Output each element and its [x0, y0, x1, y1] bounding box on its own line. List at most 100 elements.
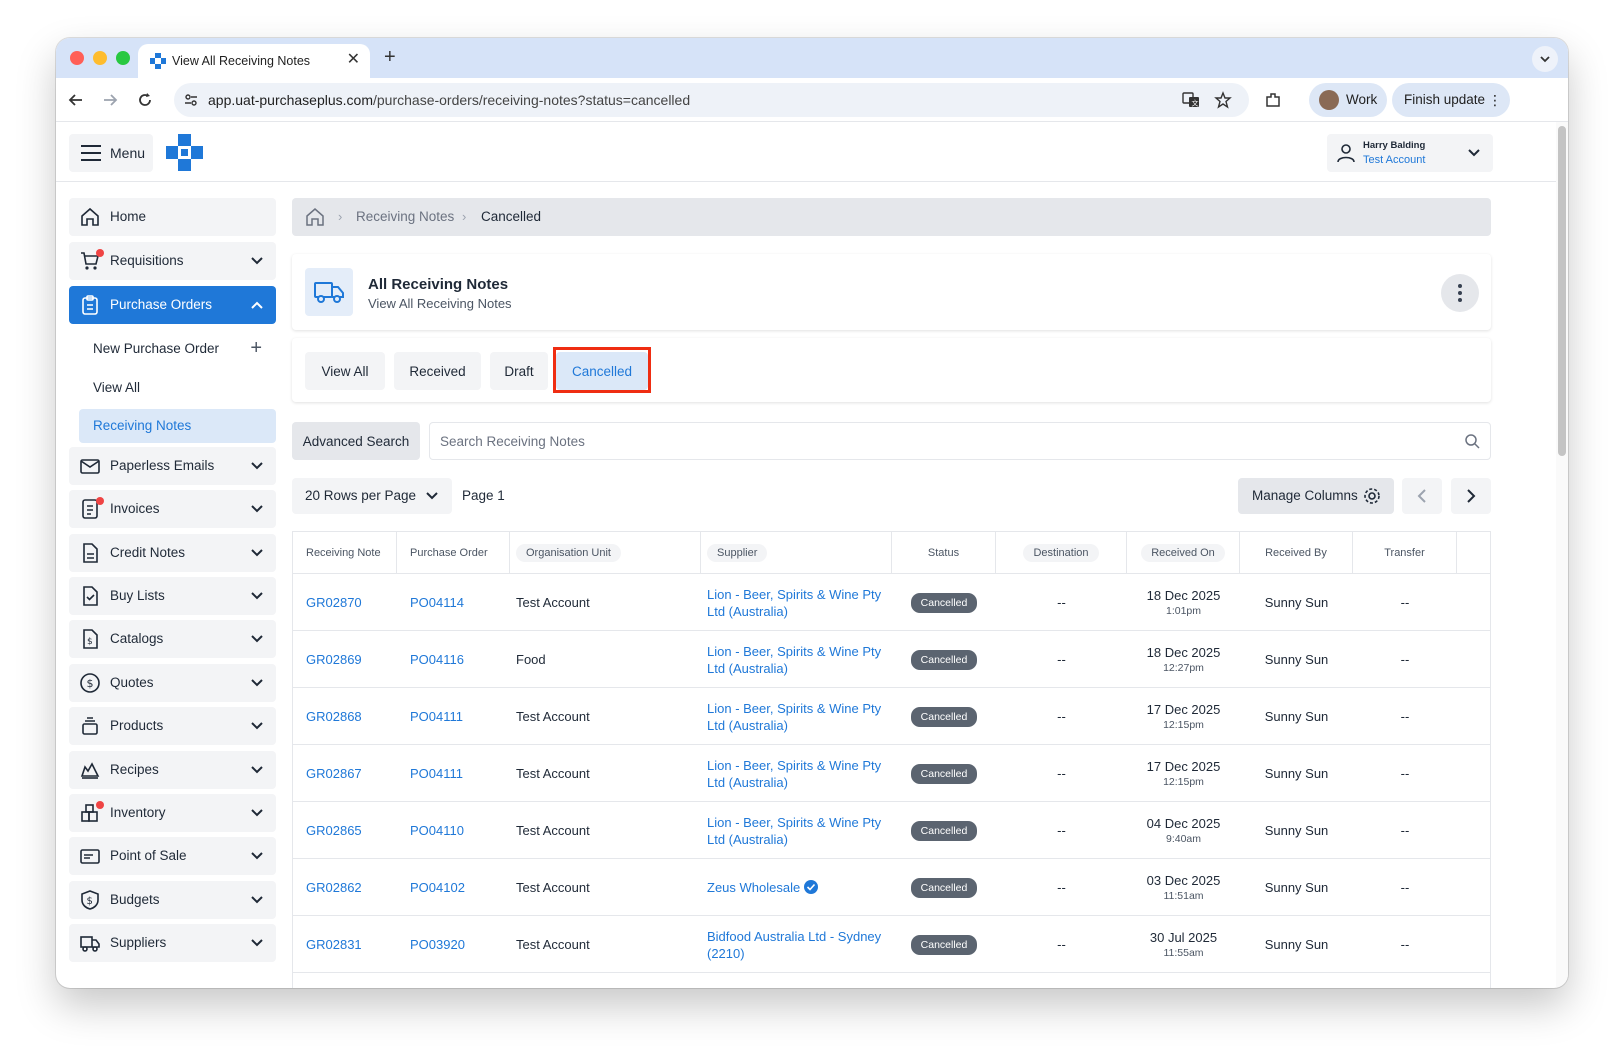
- table-row[interactable]: GR02870 PO04114 Test Account Lion - Beer, S…: [293, 574, 1490, 631]
- receiving-note-link[interactable]: GR02867: [306, 766, 362, 781]
- tab-received[interactable]: Received: [394, 352, 481, 390]
- table-row[interactable]: GR02865 PO04110 Test Account Lion - Beer, S…: [293, 802, 1490, 859]
- table-row[interactable]: GR02869 PO04116 Food Lion - Beer, Spirits &…: [293, 631, 1490, 688]
- sidebar-item-home[interactable]: Home: [69, 198, 276, 236]
- sidebar-item-recipes[interactable]: Recipes: [69, 751, 276, 789]
- tab-close-icon[interactable]: ✕: [347, 50, 360, 70]
- receiving-note-link[interactable]: GR02869: [306, 652, 362, 667]
- page-scrollbar-thumb[interactable]: [1558, 126, 1566, 456]
- window-close-button[interactable]: [70, 51, 84, 65]
- more-options-button[interactable]: [1441, 274, 1479, 312]
- previous-page-button[interactable]: [1402, 478, 1442, 514]
- tab-search-icon[interactable]: [1532, 46, 1558, 72]
- column-header[interactable]: Transfer: [1353, 532, 1457, 574]
- bookmark-star-icon[interactable]: [1214, 91, 1232, 109]
- breadcrumb-link[interactable]: Receiving Notes: [356, 209, 454, 224]
- receiving-note-link[interactable]: GR02868: [306, 709, 362, 724]
- sidebar-item-buy-lists[interactable]: Buy Lists: [69, 577, 276, 615]
- sidebar-item-suppliers[interactable]: Suppliers: [69, 924, 276, 962]
- purchaseplus-logo-icon[interactable]: [166, 134, 203, 171]
- supplier-name[interactable]: Bidfood Australia Ltd - Sydney (2210): [707, 929, 881, 961]
- browser-tab[interactable]: View All Receiving Notes ✕: [138, 44, 370, 78]
- tab-view-all[interactable]: View All: [305, 352, 385, 390]
- reload-icon[interactable]: [135, 90, 155, 110]
- supplier-name[interactable]: Lion - Beer, Spirits & Wine Pty Ltd (Aus…: [707, 758, 881, 790]
- sidebar-item-paperless-emails[interactable]: Paperless Emails: [69, 447, 276, 485]
- supplier-link[interactable]: Lion - Beer, Spirits & Wine Pty Ltd (Aus…: [707, 700, 885, 734]
- supplier-name[interactable]: Lion - Beer, Spirits & Wine Pty Ltd (Aus…: [707, 815, 881, 847]
- column-header[interactable]: Receiving Note: [293, 532, 397, 574]
- search-input[interactable]: Search Receiving Notes: [429, 422, 1491, 460]
- extensions-icon[interactable]: [1263, 90, 1283, 110]
- sidebar-item-inventory[interactable]: Inventory: [69, 794, 276, 832]
- address-bar[interactable]: app.uat-purchaseplus.com/purchase-orders…: [174, 83, 1249, 117]
- sidebar-subitem-new-purchase-order[interactable]: New Purchase Order +: [79, 332, 276, 366]
- profile-chip[interactable]: Work: [1309, 83, 1387, 117]
- user-menu[interactable]: Harry Balding Test Account: [1327, 134, 1493, 172]
- checklist-icon: [83, 586, 98, 606]
- sidebar-item-products[interactable]: Products: [69, 707, 276, 745]
- column-header[interactable]: Purchase Order: [397, 532, 510, 574]
- new-tab-icon[interactable]: +: [384, 46, 396, 68]
- tab-draft[interactable]: Draft: [490, 352, 548, 390]
- window-minimize-button[interactable]: [93, 51, 107, 65]
- manage-columns-button[interactable]: Manage Columns: [1238, 478, 1394, 514]
- column-header[interactable]: Received On: [1127, 532, 1240, 574]
- advanced-search-button[interactable]: Advanced Search: [292, 422, 420, 460]
- table-row[interactable]: GR02867 PO04111 Test Account Lion - Beer, S…: [293, 745, 1490, 802]
- supplier-name[interactable]: Lion - Beer, Spirits & Wine Pty Ltd (Aus…: [707, 644, 881, 676]
- purchase-order-link[interactable]: PO04111: [410, 766, 463, 781]
- purchase-order-link[interactable]: PO03920: [410, 937, 465, 952]
- column-header[interactable]: Supplier: [701, 532, 892, 574]
- receiving-note-link[interactable]: GR02870: [306, 595, 362, 610]
- sidebar-item-purchase-orders[interactable]: Purchase Orders: [69, 286, 276, 324]
- sidebar-item-credit-notes[interactable]: Credit Notes: [69, 534, 276, 572]
- sidebar-subitem-view-all[interactable]: View All: [79, 371, 276, 405]
- supplier-link[interactable]: Lion - Beer, Spirits & Wine Pty Ltd (Aus…: [707, 814, 885, 848]
- receiving-note-link[interactable]: GR02865: [306, 823, 362, 838]
- table-row[interactable]: GR02868 PO04111 Test Account Lion - Beer, S…: [293, 688, 1490, 745]
- sidebar-item-invoices[interactable]: Invoices: [69, 490, 276, 528]
- table-row[interactable]: GR02831 PO03920 Test Account Bidfood Austra…: [293, 916, 1490, 973]
- column-header[interactable]: Received By: [1240, 532, 1353, 574]
- menu-button[interactable]: Menu: [69, 134, 153, 172]
- column-header[interactable]: Destination: [996, 532, 1127, 574]
- purchase-order-link[interactable]: PO04110: [410, 823, 464, 838]
- column-header[interactable]: Status: [892, 532, 996, 574]
- box-stack-icon: [82, 717, 98, 735]
- sidebar-item-quotes[interactable]: $ Quotes: [69, 664, 276, 702]
- sidebar-item-point-of-sale[interactable]: Point of Sale: [69, 837, 276, 875]
- supplier-name[interactable]: Lion - Beer, Spirits & Wine Pty Ltd (Aus…: [707, 587, 881, 619]
- column-header[interactable]: Organisation Unit: [510, 532, 701, 574]
- sidebar-item-catalogs[interactable]: $ Catalogs: [69, 620, 276, 658]
- forward-arrow-icon[interactable]: [100, 90, 120, 110]
- plus-icon[interactable]: +: [250, 338, 262, 358]
- sidebar-item-budgets[interactable]: $ Budgets: [69, 881, 276, 919]
- table-row[interactable]: GR02862 PO04102 Test Account Zeus Wholesale…: [293, 859, 1490, 916]
- home-icon[interactable]: [305, 207, 325, 227]
- purchase-order-link[interactable]: PO04102: [410, 880, 465, 895]
- translate-icon[interactable]: 文: [1182, 91, 1200, 109]
- supplier-link[interactable]: Bidfood Australia Ltd - Sydney (2210): [707, 928, 885, 962]
- browser-menu-icon[interactable]: ⋮: [1488, 92, 1502, 109]
- sidebar-item-requisitions[interactable]: Requisitions: [69, 242, 276, 280]
- site-settings-icon[interactable]: [182, 91, 200, 109]
- receiving-note-link[interactable]: GR02831: [306, 937, 362, 952]
- supplier-name[interactable]: Zeus Wholesale: [707, 880, 800, 895]
- supplier-link[interactable]: Lion - Beer, Spirits & Wine Pty Ltd (Aus…: [707, 757, 885, 791]
- supplier-link[interactable]: Lion - Beer, Spirits & Wine Pty Ltd (Aus…: [707, 643, 885, 677]
- receiving-note-link[interactable]: GR02862: [306, 880, 362, 895]
- next-page-button[interactable]: [1451, 478, 1491, 514]
- purchase-order-link[interactable]: PO04114: [410, 595, 464, 610]
- search-icon[interactable]: [1464, 433, 1480, 449]
- finish-update-button[interactable]: Finish update ⋮: [1392, 83, 1510, 117]
- rows-per-page-select[interactable]: 20 Rows per Page: [292, 478, 452, 514]
- purchase-order-link[interactable]: PO04116: [410, 652, 464, 667]
- sidebar-subitem-receiving-notes[interactable]: Receiving Notes: [79, 409, 276, 443]
- window-maximize-button[interactable]: [116, 51, 130, 65]
- supplier-link[interactable]: Lion - Beer, Spirits & Wine Pty Ltd (Aus…: [707, 586, 885, 620]
- back-arrow-icon[interactable]: [66, 90, 86, 110]
- supplier-name[interactable]: Lion - Beer, Spirits & Wine Pty Ltd (Aus…: [707, 701, 881, 733]
- purchase-order-link[interactable]: PO04111: [410, 709, 463, 724]
- supplier-link[interactable]: Zeus Wholesale: [707, 879, 885, 896]
